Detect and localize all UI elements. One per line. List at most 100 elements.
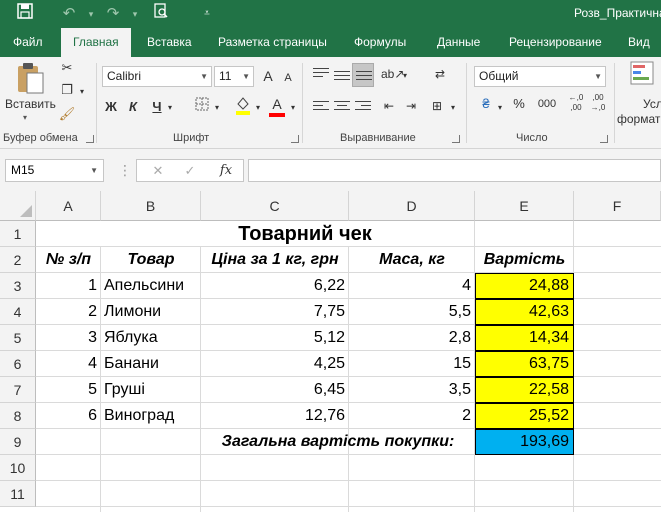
header-cost[interactable]: Вартість (475, 247, 574, 273)
font-name-select[interactable]: Calibri ▼ (102, 66, 212, 87)
insert-function-icon[interactable]: fx (217, 162, 235, 180)
tab-file[interactable]: Файл (13, 28, 43, 57)
header-item[interactable]: Товар (101, 247, 201, 273)
currency-dropdown-icon[interactable]: ▾ (496, 99, 504, 117)
row-header-7[interactable]: 7 (0, 377, 36, 403)
row-header-5[interactable]: 5 (0, 325, 36, 351)
tab-home[interactable]: Главная (61, 28, 131, 57)
fill-color-icon[interactable] (234, 95, 252, 120)
cell-num[interactable]: 6 (36, 403, 101, 429)
receipt-title[interactable]: Товарний чек (36, 221, 574, 247)
column-header-c[interactable]: C (201, 191, 349, 221)
row-header-9[interactable]: 9 (0, 429, 36, 455)
enter-icon[interactable]: ✓ (183, 162, 197, 180)
cell-name[interactable]: Банани (101, 351, 201, 377)
row-header-3[interactable]: 3 (0, 273, 36, 299)
cell-mass[interactable]: 2,8 (349, 325, 475, 351)
cell-price[interactable]: 6,45 (201, 377, 349, 403)
cut-icon[interactable]: ✂ (58, 59, 76, 77)
row-header-8[interactable]: 8 (0, 403, 36, 429)
cell-price[interactable]: 5,12 (201, 325, 349, 351)
cell-mass[interactable]: 15 (349, 351, 475, 377)
tab-review[interactable]: Рецензирование (509, 28, 602, 57)
cell-price[interactable]: 4,25 (201, 351, 349, 377)
font-color-icon[interactable]: A (268, 95, 286, 117)
cell-num[interactable]: 1 (36, 273, 101, 299)
align-center-icon[interactable] (334, 101, 350, 115)
name-box[interactable]: M15 ▼ (5, 159, 104, 182)
align-right-icon[interactable] (355, 101, 371, 115)
customize-quick-access-icon[interactable]: ⩡ (196, 3, 218, 25)
formula-bar-splitter-icon[interactable]: ⋮ (118, 163, 132, 177)
cell-mass[interactable]: 5,5 (349, 299, 475, 325)
align-bottom-button[interactable] (352, 63, 374, 87)
row-header-11[interactable]: 11 (0, 481, 36, 507)
print-preview-icon[interactable] (150, 3, 172, 25)
cell-price[interactable]: 6,22 (201, 273, 349, 299)
font-dialog-launcher-icon[interactable] (291, 135, 299, 143)
row-header-2[interactable]: 2 (0, 247, 36, 273)
cell-name[interactable]: Виноград (101, 403, 201, 429)
increase-indent-icon[interactable]: ⇥ (402, 97, 420, 115)
column-header-a[interactable]: A (36, 191, 101, 221)
formula-input[interactable] (248, 159, 661, 182)
number-format-select[interactable]: Общий ▼ (474, 66, 606, 87)
header-num[interactable]: № з/п (36, 247, 101, 273)
undo-dropdown-icon[interactable]: ▾ (80, 3, 102, 25)
orientation-icon[interactable]: ab↗ (381, 65, 404, 83)
alignment-dialog-launcher-icon[interactable] (452, 135, 460, 143)
column-header-b[interactable]: B (101, 191, 201, 221)
conditional-formatting-label-1[interactable]: Усл (643, 97, 661, 111)
cell-cost[interactable]: 63,75 (475, 351, 574, 377)
percent-style-icon[interactable]: % (510, 95, 528, 113)
bold-button[interactable]: Ж (104, 98, 118, 116)
conditional-formatting-icon[interactable] (628, 61, 658, 92)
copy-icon[interactable]: ❐ (58, 81, 76, 99)
tab-view[interactable]: Вид (628, 28, 650, 57)
borders-dropdown-icon[interactable]: ▾ (213, 99, 221, 117)
cell-num[interactable]: 3 (36, 325, 101, 351)
merge-center-icon[interactable]: ⊞ (428, 97, 446, 115)
grow-font-icon[interactable]: A (261, 67, 275, 85)
cell-name[interactable]: Яблука (101, 325, 201, 351)
column-header-d[interactable]: D (349, 191, 475, 221)
paste-icon[interactable] (12, 61, 48, 97)
conditional-formatting-label-2[interactable]: формат (617, 112, 660, 126)
tab-formulas[interactable]: Формулы (354, 28, 406, 57)
font-size-select[interactable]: 11 ▼ (214, 66, 254, 87)
italic-button[interactable]: К (126, 98, 140, 116)
row-header-6[interactable]: 6 (0, 351, 36, 377)
cell-name[interactable]: Лимони (101, 299, 201, 325)
select-all-corner[interactable] (0, 191, 36, 221)
cell-mass[interactable]: 2 (349, 403, 475, 429)
number-dialog-launcher-icon[interactable] (600, 135, 608, 143)
orientation-dropdown-icon[interactable]: ▾ (401, 67, 409, 85)
align-middle-icon[interactable] (334, 71, 350, 85)
tab-insert[interactable]: Вставка (147, 28, 192, 57)
decrease-decimal-icon[interactable]: ,00 →,0 (588, 93, 608, 113)
align-top-icon[interactable] (313, 68, 329, 82)
cell-cost[interactable]: 14,34 (475, 325, 574, 351)
cancel-icon[interactable]: ✕ (151, 162, 165, 180)
row-header-1[interactable]: 1 (0, 221, 36, 247)
increase-decimal-icon[interactable]: ←,0 ,00 (566, 93, 586, 113)
tab-data[interactable]: Данные (437, 28, 480, 57)
redo-icon[interactable]: ↷ (102, 3, 124, 25)
merge-dropdown-icon[interactable]: ▾ (449, 99, 457, 117)
comma-style-icon[interactable]: 000 (534, 95, 560, 113)
column-header-e[interactable]: E (475, 191, 574, 221)
copy-dropdown-icon[interactable]: ▾ (78, 83, 86, 101)
save-icon[interactable] (14, 3, 36, 25)
total-label[interactable]: Загальна вартість покупки: (201, 429, 475, 455)
cell-price[interactable]: 12,76 (201, 403, 349, 429)
header-price[interactable]: Ціна за 1 кг, грн (201, 247, 349, 273)
decrease-indent-icon[interactable]: ⇤ (380, 97, 398, 115)
cell-mass[interactable]: 3,5 (349, 377, 475, 403)
cell-num[interactable]: 2 (36, 299, 101, 325)
cell-num[interactable]: 4 (36, 351, 101, 377)
underline-button[interactable]: Ч (150, 98, 164, 116)
tab-page-layout[interactable]: Разметка страницы (218, 28, 327, 57)
cell-name[interactable]: Груші (101, 377, 201, 403)
cell-num[interactable]: 5 (36, 377, 101, 403)
font-color-dropdown-icon[interactable]: ▾ (289, 99, 297, 117)
